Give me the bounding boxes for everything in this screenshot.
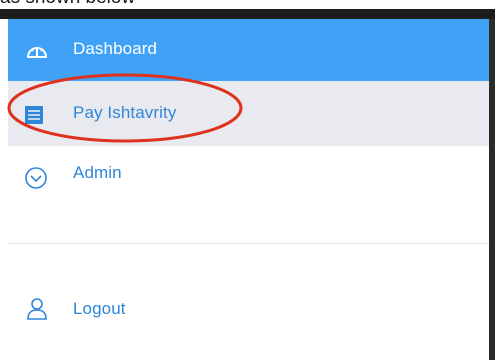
sidebar-item-dashboard[interactable]: Dashboard — [8, 19, 489, 81]
user-icon — [27, 298, 47, 320]
speedometer-icon — [26, 47, 48, 58]
sidebar-item-pay-ishtavrity[interactable]: Pay Ishtavrity — [8, 81, 489, 146]
sidebar-item-label: Admin — [73, 163, 122, 182]
sidebar-menu: Dashboard Pay Ishtavrity Admin Logout — [8, 19, 489, 360]
card-list-icon — [25, 106, 43, 124]
sidebar-item-admin[interactable]: Admin — [8, 146, 489, 208]
sidebar-item-logout[interactable]: Logout — [8, 277, 489, 339]
sidebar-item-label: Pay Ishtavrity — [73, 103, 177, 122]
sidebar-item-label: Logout — [73, 299, 126, 318]
sidebar-item-label: Dashboard — [73, 39, 158, 58]
top-bar — [0, 9, 495, 19]
menu-divider — [8, 243, 489, 244]
chevron-down-circle-icon — [25, 167, 47, 189]
window-edge — [489, 19, 495, 360]
caption-text: as shown below — [0, 0, 135, 9]
